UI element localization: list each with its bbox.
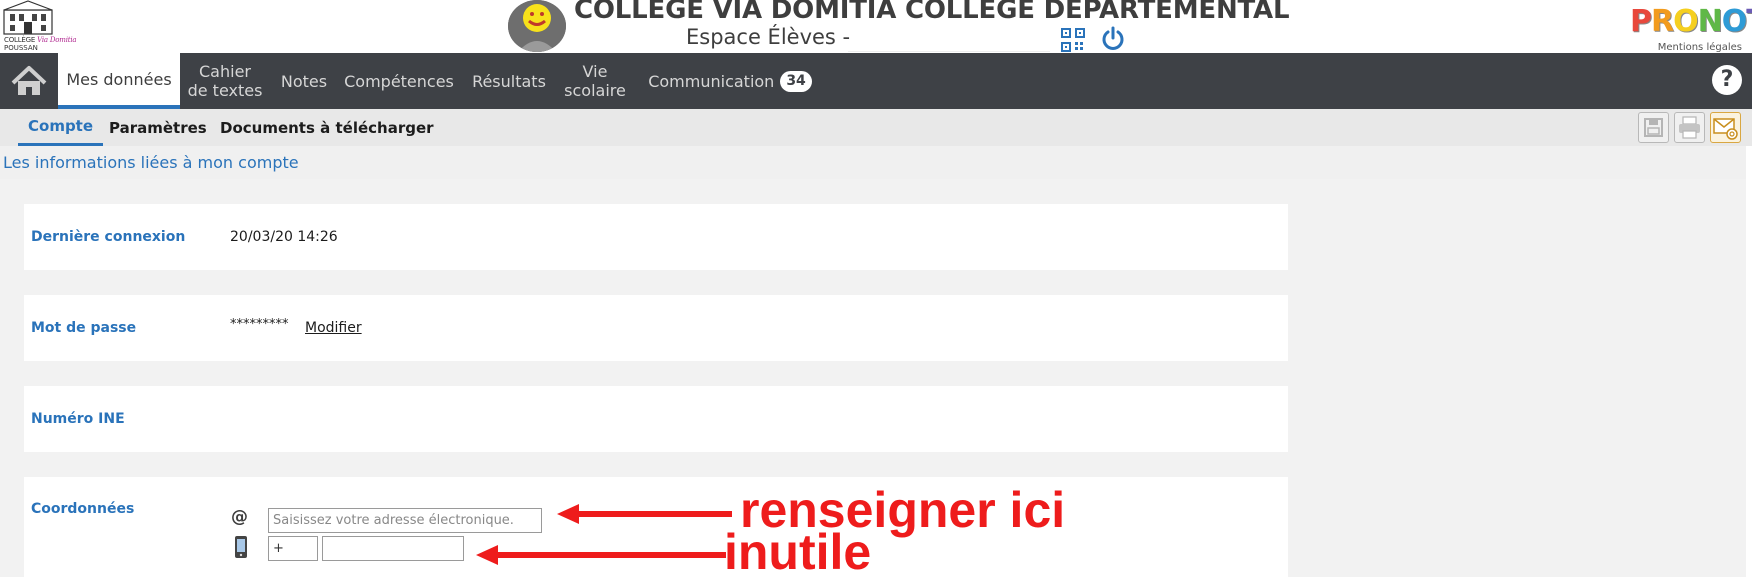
pronote-letter: O (1673, 4, 1698, 39)
tab-label: Communication (648, 71, 775, 91)
account-content: Dernière connexion 20/03/20 14:26 Mot de… (0, 179, 1746, 577)
school-logo: COLLÈGE Via Domitia POUSSAN (2, 0, 80, 52)
section-title: Les informations liées à mon compte (3, 153, 299, 172)
last-login-card: Dernière connexion 20/03/20 14:26 (24, 204, 1288, 270)
annotation-phone-note: inutile (724, 524, 872, 577)
tab-label: Compétences (344, 71, 454, 91)
printer-pdf-icon (1679, 116, 1700, 139)
tab-label: Résultats (472, 71, 546, 91)
mobile-phone-icon (235, 536, 247, 558)
smiley-avatar-icon (508, 0, 566, 52)
tab-vie-scolaire[interactable]: Vie scolaire (559, 53, 631, 109)
sub-navigation: Compte Paramètres Documents à télécharge… (0, 109, 1752, 146)
space-label: Espace Élèves - (686, 25, 851, 49)
at-sign-icon: @ (231, 507, 248, 527)
page: COLLÈGE Via Domitia POUSSAN COLLÈGE VIA … (0, 0, 1752, 577)
help-icon[interactable]: ? (1712, 65, 1742, 95)
school-building-icon (3, 0, 53, 35)
communication-badge: 34 (780, 70, 812, 92)
school-town: POUSSAN (4, 44, 38, 52)
main-navigation: Mes données Cahier de textes Notes Compé… (0, 53, 1752, 109)
pronote-letter: T (1746, 4, 1752, 39)
pronote-logo[interactable]: PRONOTE (1630, 4, 1752, 39)
power-icon[interactable] (1100, 26, 1126, 52)
tab-mes-donnees[interactable]: Mes données (58, 53, 180, 109)
home-icon (11, 66, 47, 95)
student-name (848, 30, 1050, 52)
avatar[interactable] (508, 0, 566, 52)
arrow-annotation-email (557, 504, 732, 524)
pronote-letter: N (1697, 4, 1723, 39)
arrow-annotation-phone (476, 545, 726, 565)
mail-at-icon (1713, 118, 1738, 140)
tab-resultats[interactable]: Résultats (467, 53, 551, 109)
tab-cahier-de-textes[interactable]: Cahier de textes (183, 53, 267, 109)
qr-code-icon[interactable] (1061, 28, 1085, 52)
tab-notes[interactable]: Notes (275, 53, 333, 109)
tab-label: Cahier de textes (187, 62, 263, 100)
ine-card: Numéro INE (24, 386, 1288, 452)
password-label: Mot de passe (31, 320, 137, 336)
pronote-letter: O (1721, 4, 1747, 39)
school-label: COLLÈGE Via Domitia (4, 36, 77, 44)
phone-number-input[interactable] (322, 536, 464, 561)
last-login-value: 20/03/20 14:26 (230, 229, 338, 245)
header: COLLÈGE Via Domitia POUSSAN COLLÈGE VIA … (0, 0, 1752, 53)
print-pdf-button[interactable] (1674, 112, 1705, 143)
subtab-documents[interactable]: Documents à télécharger (220, 109, 434, 146)
phone-prefix-input[interactable] (268, 536, 318, 561)
modify-password-link[interactable]: Modifier (305, 320, 362, 336)
save-button[interactable] (1638, 112, 1669, 143)
page-title: COLLÈGE VIA DOMITIA COLLÈGE DÉPARTEMENTA… (574, 0, 1290, 25)
password-value: ********* (230, 317, 289, 332)
tab-competences[interactable]: Compétences (343, 53, 455, 109)
pronote-letter: R (1651, 4, 1674, 39)
ine-label: Numéro INE (31, 411, 125, 427)
subtab-parametres[interactable]: Paramètres (109, 109, 207, 146)
section-header: Les informations liées à mon compte (0, 146, 1746, 179)
contact-label: Coordonnées (31, 501, 135, 517)
tab-communication[interactable]: Communication 34 (641, 53, 819, 109)
floppy-disk-icon (1644, 118, 1663, 137)
legal-mentions-link[interactable]: Mentions légales (1658, 42, 1742, 53)
last-login-label: Dernière connexion (31, 229, 186, 245)
pronote-letter: P (1630, 4, 1652, 39)
tab-label: Vie scolaire (564, 62, 626, 100)
email-input[interactable] (268, 508, 542, 533)
subtab-compte[interactable]: Compte (18, 109, 104, 146)
home-button[interactable] (0, 53, 58, 109)
tab-label: Mes données (66, 69, 172, 89)
email-button[interactable] (1710, 112, 1741, 143)
password-card: Mot de passe ********* Modifier (24, 295, 1288, 361)
tab-label: Notes (280, 71, 328, 91)
